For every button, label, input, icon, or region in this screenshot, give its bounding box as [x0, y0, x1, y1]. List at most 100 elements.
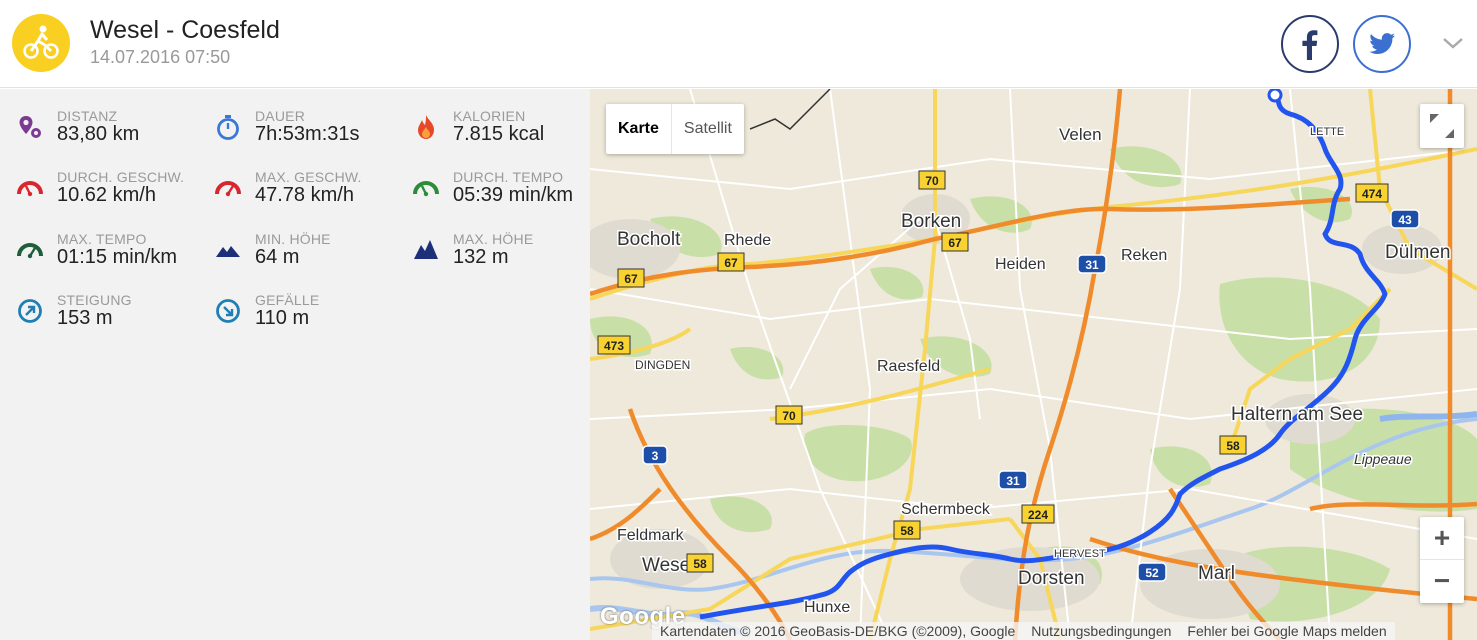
map-type-control: Karte Satellit	[606, 104, 744, 154]
road-shield-label: 43	[1398, 213, 1412, 227]
arrow-down-circle-icon	[216, 299, 240, 323]
road-shield-label: 58	[693, 557, 707, 571]
bicycle-icon	[12, 14, 70, 72]
stat-avg-pace: DURCH. TEMPO 05:39 min/km	[413, 169, 603, 219]
road-shield-label: 58	[900, 524, 914, 538]
fullscreen-icon	[1430, 114, 1454, 138]
terms-link[interactable]: Nutzungsbedingungen	[1023, 622, 1179, 640]
stat-min-altitude: MIN. HÖHE 64 m	[215, 231, 405, 281]
stat-value: 47.78 km/h	[255, 184, 354, 206]
stat-max-speed: MAX. GESCHW. 47.78 km/h	[215, 169, 405, 219]
fullscreen-button[interactable]	[1420, 104, 1464, 148]
stat-duration: DAUER 7h:53m:31s	[215, 108, 405, 158]
place-label: Bocholt	[617, 229, 681, 250]
zoom-control: + −	[1420, 517, 1464, 603]
stat-value: 05:39 min/km	[453, 184, 574, 206]
place-label: Lippeaue	[1354, 451, 1412, 467]
stat-distance: DISTANZ 83,80 km	[17, 108, 207, 158]
road-shield-label: 70	[782, 409, 796, 423]
place-label: LETTE	[1310, 126, 1344, 138]
stat-value: 110 m	[255, 307, 310, 329]
stat-value: 83,80 km	[57, 123, 140, 145]
facebook-share-button[interactable]	[1281, 15, 1339, 73]
stat-value: 132 m	[453, 246, 509, 268]
stat-label: GEFÄLLE	[255, 292, 320, 308]
arrow-up-circle-icon	[18, 299, 42, 323]
place-label: Velen	[1059, 125, 1102, 144]
place-label: Heiden	[995, 256, 1046, 273]
twitter-share-button[interactable]	[1353, 15, 1411, 73]
mountain-high-icon	[414, 240, 438, 259]
place-label: Haltern am See	[1231, 404, 1363, 425]
stat-value: 01:15 min/km	[57, 246, 178, 268]
stat-label: MAX. GESCHW.	[255, 169, 362, 185]
place-label: Marl	[1198, 563, 1235, 584]
stat-max-pace: MAX. TEMPO 01:15 min/km	[17, 231, 207, 281]
place-label: Reken	[1121, 247, 1167, 264]
place-label: Raesfeld	[877, 358, 940, 375]
flame-icon	[418, 115, 434, 139]
road-shield-label: 67	[624, 272, 638, 286]
map-attribution-bar: Kartendaten © 2016 GeoBasis-DE/BKG (©200…	[652, 622, 1395, 640]
expand-chevron-icon[interactable]	[1440, 30, 1466, 61]
activity-header: Wesel - Coesfeld 14.07.2016 07:50	[0, 0, 1477, 88]
stat-ascent: STEIGUNG 153 m	[17, 292, 207, 342]
road-shield-label: 473	[604, 339, 624, 353]
road-shield-label: 3	[652, 449, 659, 463]
stat-descent: GEFÄLLE 110 m	[215, 292, 405, 342]
stat-avg-speed: DURCH. GESCHW. 10.62 km/h	[17, 169, 207, 219]
stat-label: STEIGUNG	[57, 292, 132, 308]
stat-label: DURCH. GESCHW.	[57, 169, 185, 185]
stat-label: MAX. HÖHE	[453, 231, 534, 247]
place-label: DINGDEN	[635, 358, 690, 372]
road-shield-label: 31	[1006, 474, 1020, 488]
place-label: Borken	[901, 211, 961, 232]
stat-value: 7h:53m:31s	[255, 123, 360, 145]
map-canvas[interactable]: Velen Borken Bocholt Rhede Heiden Reken …	[590, 89, 1477, 640]
road-shield-label: 52	[1145, 566, 1159, 580]
road-shield-label: 67	[948, 236, 962, 250]
route-datetime: 14.07.2016 07:50	[90, 47, 231, 67]
report-error-link[interactable]: Fehler bei Google Maps melden	[1179, 622, 1394, 640]
stat-label: KALORIEN	[453, 108, 526, 124]
stopwatch-icon	[217, 115, 239, 140]
place-label: Dorsten	[1018, 568, 1085, 589]
stat-label: MIN. HÖHE	[255, 231, 331, 247]
zoom-in-button[interactable]: +	[1420, 517, 1464, 560]
place-label: Feldmark	[617, 527, 685, 544]
map-type-karte-button[interactable]: Karte	[606, 104, 672, 154]
road-shield-label: 474	[1362, 187, 1382, 201]
speedometer-red-icon	[215, 181, 241, 197]
stat-calories: KALORIEN 7.815 kcal	[413, 108, 603, 158]
road-shield-label: 67	[724, 256, 738, 270]
map-attribution: Kartendaten © 2016 GeoBasis-DE/BKG (©200…	[660, 623, 1016, 639]
place-label: HERVEST	[1054, 548, 1106, 560]
state-border	[749, 89, 831, 130]
stat-value: 64 m	[255, 246, 300, 268]
place-label: Rhede	[724, 232, 771, 249]
route-map[interactable]: Velen Borken Bocholt Rhede Heiden Reken …	[590, 89, 1477, 640]
place-label: Dülmen	[1385, 242, 1450, 263]
distance-pin-icon	[19, 116, 41, 138]
stats-panel: DISTANZ 83,80 km DAUER 7h:53m:31s KALORI…	[0, 89, 590, 640]
zoom-out-button[interactable]: −	[1420, 560, 1464, 603]
facebook-icon	[1302, 30, 1318, 60]
speedometer-darkgreen-icon	[17, 243, 43, 259]
twitter-icon	[1369, 33, 1395, 54]
road-shield-label: 224	[1028, 508, 1048, 522]
place-label: Schermbeck	[901, 501, 991, 518]
stat-max-altitude: MAX. HÖHE 132 m	[413, 231, 603, 281]
stat-label: DAUER	[255, 108, 306, 124]
stat-value: 7.815 kcal	[453, 123, 545, 145]
route-title: Wesel - Coesfeld	[90, 16, 280, 44]
map-type-satellit-button[interactable]: Satellit	[672, 104, 744, 154]
stat-label: DISTANZ	[57, 108, 118, 124]
speedometer-red-icon	[17, 181, 43, 197]
stat-value: 153 m	[57, 307, 113, 329]
place-label: Hunxe	[804, 599, 850, 616]
stat-value: 10.62 km/h	[57, 184, 156, 206]
route-end-marker	[1267, 89, 1283, 103]
stat-label: MAX. TEMPO	[57, 231, 147, 247]
road-shield-label: 31	[1085, 258, 1099, 272]
stat-label: DURCH. TEMPO	[453, 169, 564, 185]
